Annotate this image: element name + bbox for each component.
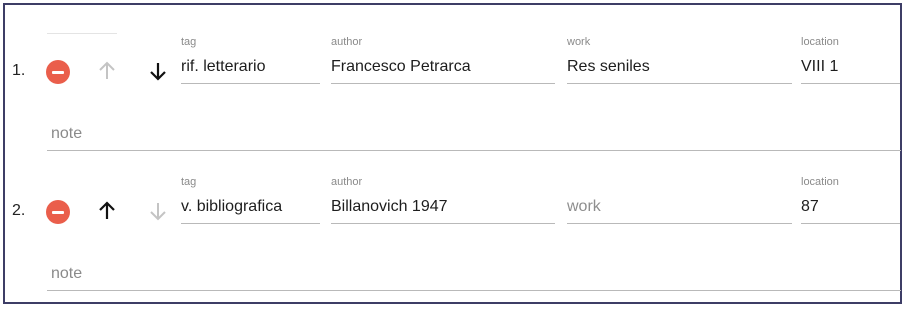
field-label: author [331,176,363,188]
remove-row-button[interactable] [46,200,70,224]
field-underline [47,290,901,291]
field-underline [801,83,900,84]
arrow-up-icon [99,61,115,79]
field-value: rif. letterario [181,58,266,75]
field-label: tag [181,36,197,48]
field-label: work [567,36,591,48]
arrow-up-icon [99,201,115,219]
move-down-button[interactable] [147,59,169,83]
field-value: VIII 1 [801,58,839,75]
field-underline [181,83,320,84]
note-placeholder: note [51,265,83,282]
citation-row-2: 2. tag v. bibliografica author Billanovi… [5,145,901,291]
citation-list-panel: 1. tag rif. letterario author Francesco … [3,3,902,304]
field-underline [181,223,320,224]
field-label: location [801,176,839,188]
move-up-button[interactable] [96,59,118,83]
remove-row-button[interactable] [46,60,70,84]
field-value: 87 [801,198,819,215]
move-down-button[interactable] [147,199,169,223]
note-field[interactable]: note [47,263,901,293]
field-underline [567,223,792,224]
field-underline [567,83,792,84]
row-index: 1. [12,62,26,79]
field-underline [331,83,555,84]
field-label: location [801,36,839,48]
note-placeholder: note [51,125,83,142]
arrow-down-icon [150,203,166,221]
field-value: Res seniles [567,58,650,75]
field-value: Francesco Petrarca [331,58,471,75]
field-placeholder: work [567,198,601,215]
field-underline [331,223,555,224]
citation-row-1: 1. tag rif. letterario author Francesco … [5,5,901,151]
field-label: author [331,36,363,48]
row-index: 2. [12,202,26,219]
field-label: tag [181,176,197,188]
arrow-down-icon [150,63,166,81]
move-up-button[interactable] [96,199,118,223]
field-underline [801,223,900,224]
field-value: v. bibliografica [181,198,283,215]
field-value: Billanovich 1947 [331,198,448,215]
